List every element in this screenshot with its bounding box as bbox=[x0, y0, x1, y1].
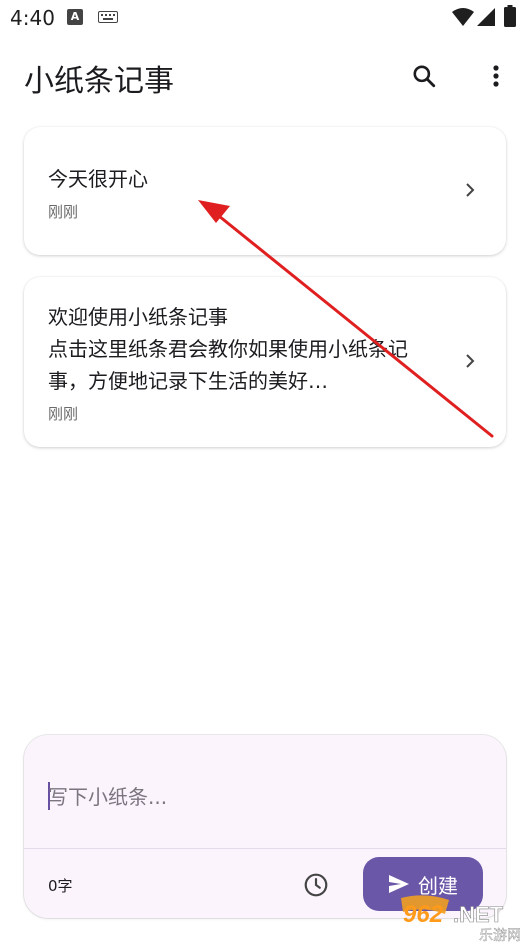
chevron-right-icon bbox=[466, 354, 475, 368]
status-time: 4:40 bbox=[10, 6, 55, 30]
search-icon bbox=[413, 65, 436, 88]
cellular-icon bbox=[477, 8, 495, 26]
more-options-button[interactable] bbox=[474, 54, 518, 98]
note-time: 刚刚 bbox=[48, 203, 79, 221]
composer-card: 0字 创建 bbox=[24, 735, 506, 918]
watermark-logo: 962 .NET 乐游网 bbox=[401, 895, 521, 944]
clock-icon bbox=[304, 873, 328, 897]
reminder-button[interactable] bbox=[300, 869, 332, 901]
more-vert-icon bbox=[493, 65, 499, 87]
divider bbox=[24, 848, 506, 849]
note-card[interactable]: 欢迎使用小纸条记事 点击这里纸条君会教你如果使用小纸条记事，方便地记录下生活的美… bbox=[24, 277, 506, 447]
note-text: 欢迎使用小纸条记事 点击这里纸条君会教你如果使用小纸条记事，方便地记录下生活的美… bbox=[48, 305, 408, 393]
battery-icon bbox=[504, 5, 516, 27]
watermark-brand: 962 bbox=[403, 901, 444, 928]
watermark-suffix: .NET bbox=[453, 902, 504, 927]
note-card[interactable]: 今天很开心 刚刚 bbox=[24, 127, 506, 255]
status-bar: 4:40 A bbox=[0, 0, 531, 36]
chevron-right-icon bbox=[466, 183, 475, 197]
watermark-sub: 乐游网 bbox=[479, 928, 521, 944]
keyboard-icon bbox=[98, 11, 118, 23]
char-count: 0字 bbox=[48, 877, 73, 895]
note-input[interactable] bbox=[48, 777, 468, 817]
send-icon bbox=[389, 875, 409, 893]
note-time: 刚刚 bbox=[48, 405, 79, 423]
wifi-icon bbox=[452, 8, 474, 26]
page-title: 小纸条记事 bbox=[24, 64, 174, 99]
note-text: 今天很开心 bbox=[48, 167, 148, 191]
search-button[interactable] bbox=[402, 54, 446, 98]
notification-a-icon: A bbox=[67, 9, 83, 25]
